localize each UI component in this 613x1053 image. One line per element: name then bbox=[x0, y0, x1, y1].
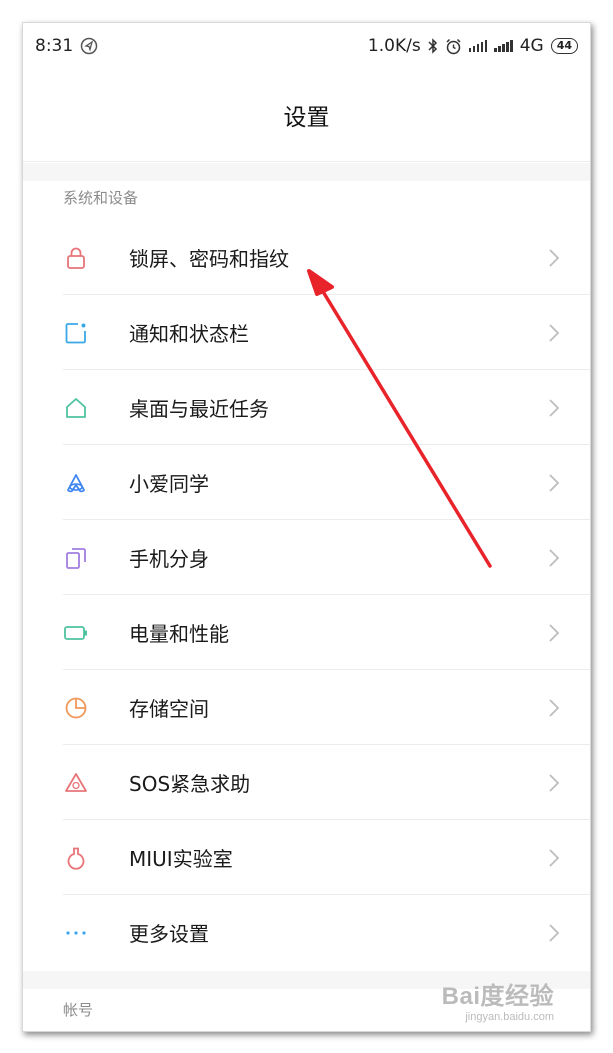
chevron-right-icon bbox=[549, 323, 560, 342]
watermark: Bai度经验 jingyan.baidu.com bbox=[442, 976, 554, 1023]
chevron-right-icon bbox=[549, 548, 560, 567]
chevron-right-icon bbox=[549, 398, 560, 417]
setting-item-label: 存储空间 bbox=[129, 697, 209, 721]
watermark-brand: Bai度经验 bbox=[441, 983, 554, 1010]
bluetooth-icon bbox=[428, 38, 437, 54]
status-bar: 8:31 1.0K/s 4G 44 bbox=[23, 23, 590, 69]
setting-item-label: MIUI实验室 bbox=[129, 847, 233, 871]
home-icon bbox=[63, 395, 89, 421]
setting-item-storage[interactable]: 存储空间 bbox=[23, 670, 590, 745]
chevron-right-icon bbox=[549, 848, 560, 867]
signal-icon-2 bbox=[494, 40, 513, 52]
alarm-icon bbox=[446, 38, 461, 54]
lock-icon bbox=[63, 245, 89, 271]
setting-item-label: 手机分身 bbox=[129, 547, 209, 571]
notification-icon bbox=[63, 320, 89, 346]
location-icon bbox=[80, 37, 98, 55]
section-header-account: 帐号 bbox=[63, 1001, 94, 1019]
setting-item-label: 桌面与最近任务 bbox=[129, 397, 269, 421]
watermark-url: jingyan.baidu.com bbox=[465, 1011, 554, 1023]
chevron-right-icon bbox=[549, 248, 560, 267]
setting-item-xiaoai[interactable]: 小爱同学 bbox=[23, 445, 590, 520]
setting-item-label: 小爱同学 bbox=[129, 472, 209, 496]
chevron-right-icon bbox=[549, 773, 560, 792]
setting-item-dual-apps[interactable]: 手机分身 bbox=[23, 520, 590, 595]
status-time: 8:31 bbox=[35, 36, 74, 56]
sos-icon bbox=[63, 770, 89, 796]
xiaoai-icon bbox=[63, 470, 89, 496]
setting-item-label: 通知和状态栏 bbox=[129, 322, 249, 346]
title-bar: 设置 bbox=[23, 69, 590, 162]
setting-item-more[interactable]: 更多设置 bbox=[23, 895, 590, 970]
network-type: 4G bbox=[519, 36, 544, 56]
network-speed: 1.0K/s bbox=[367, 36, 421, 56]
setting-item-label: 锁屏、密码和指纹 bbox=[129, 247, 289, 271]
setting-item-battery[interactable]: 电量和性能 bbox=[23, 595, 590, 670]
setting-item-label: SOS紧急求助 bbox=[129, 772, 251, 796]
settings-list: 锁屏、密码和指纹 通知和状态栏 桌面与最近任务 小爱同学 手机分身 电量和性能 … bbox=[23, 220, 590, 970]
setting-item-label: 电量和性能 bbox=[129, 622, 229, 646]
phone-screen: 8:31 1.0K/s 4G 44 设置 系统和设备 锁屏、密码和指纹 通知和状… bbox=[22, 22, 591, 1032]
setting-item-desktop[interactable]: 桌面与最近任务 bbox=[23, 370, 590, 445]
chevron-right-icon bbox=[549, 923, 560, 942]
chevron-right-icon bbox=[549, 698, 560, 717]
section-divider bbox=[23, 163, 590, 181]
section-header-system: 系统和设备 bbox=[63, 189, 139, 207]
more-dots-icon bbox=[63, 920, 89, 946]
battery-icon: 44 bbox=[550, 38, 578, 54]
setting-item-lockscreen[interactable]: 锁屏、密码和指纹 bbox=[23, 220, 590, 295]
setting-item-sos[interactable]: SOS紧急求助 bbox=[23, 745, 590, 820]
chevron-right-icon bbox=[549, 473, 560, 492]
chevron-right-icon bbox=[549, 623, 560, 642]
lab-flask-icon bbox=[63, 845, 89, 871]
setting-item-miui-lab[interactable]: MIUI实验室 bbox=[23, 820, 590, 895]
setting-item-label: 更多设置 bbox=[129, 922, 209, 946]
storage-pie-icon bbox=[63, 695, 89, 721]
setting-item-notifications[interactable]: 通知和状态栏 bbox=[23, 295, 590, 370]
page-title: 设置 bbox=[283, 105, 330, 131]
signal-icon bbox=[468, 40, 488, 52]
dual-phone-icon bbox=[63, 545, 89, 571]
battery-icon bbox=[63, 620, 89, 646]
